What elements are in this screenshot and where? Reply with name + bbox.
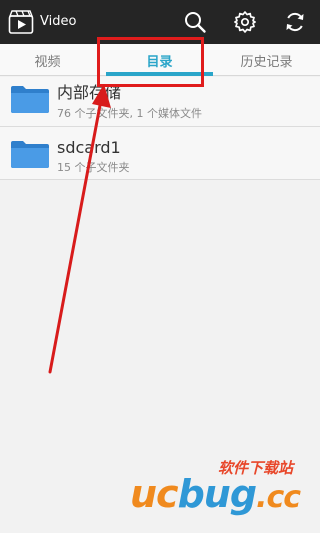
watermark-logo: 软件下载站 ucbug.cc	[130, 455, 320, 525]
tab-video[interactable]: 视频	[0, 44, 95, 76]
annotation-highlight-box	[97, 37, 204, 87]
refresh-icon	[286, 12, 304, 32]
watermark-brand: ucbug.cc	[130, 472, 301, 516]
folder-icon	[11, 141, 49, 168]
folder-name: sdcard1	[57, 138, 121, 157]
tab-history[interactable]: 历史记录	[213, 44, 320, 76]
refresh-button[interactable]	[281, 8, 309, 36]
folder-details: 15 个子文件夹	[57, 161, 130, 174]
gear-icon	[234, 11, 256, 33]
app-title: Video	[40, 14, 77, 29]
folder-list: 内部存储 76 个子文件夹, 1 个媒体文件 sdcard1 15 个子文件夹	[0, 77, 320, 180]
search-icon	[185, 12, 206, 33]
folder-row-sdcard1[interactable]: sdcard1 15 个子文件夹	[0, 127, 320, 180]
search-button[interactable]	[181, 8, 209, 36]
folder-icon	[11, 86, 49, 113]
settings-button[interactable]	[231, 8, 259, 36]
folder-details: 76 个子文件夹, 1 个媒体文件	[57, 107, 202, 120]
video-clapper-icon	[8, 10, 34, 34]
